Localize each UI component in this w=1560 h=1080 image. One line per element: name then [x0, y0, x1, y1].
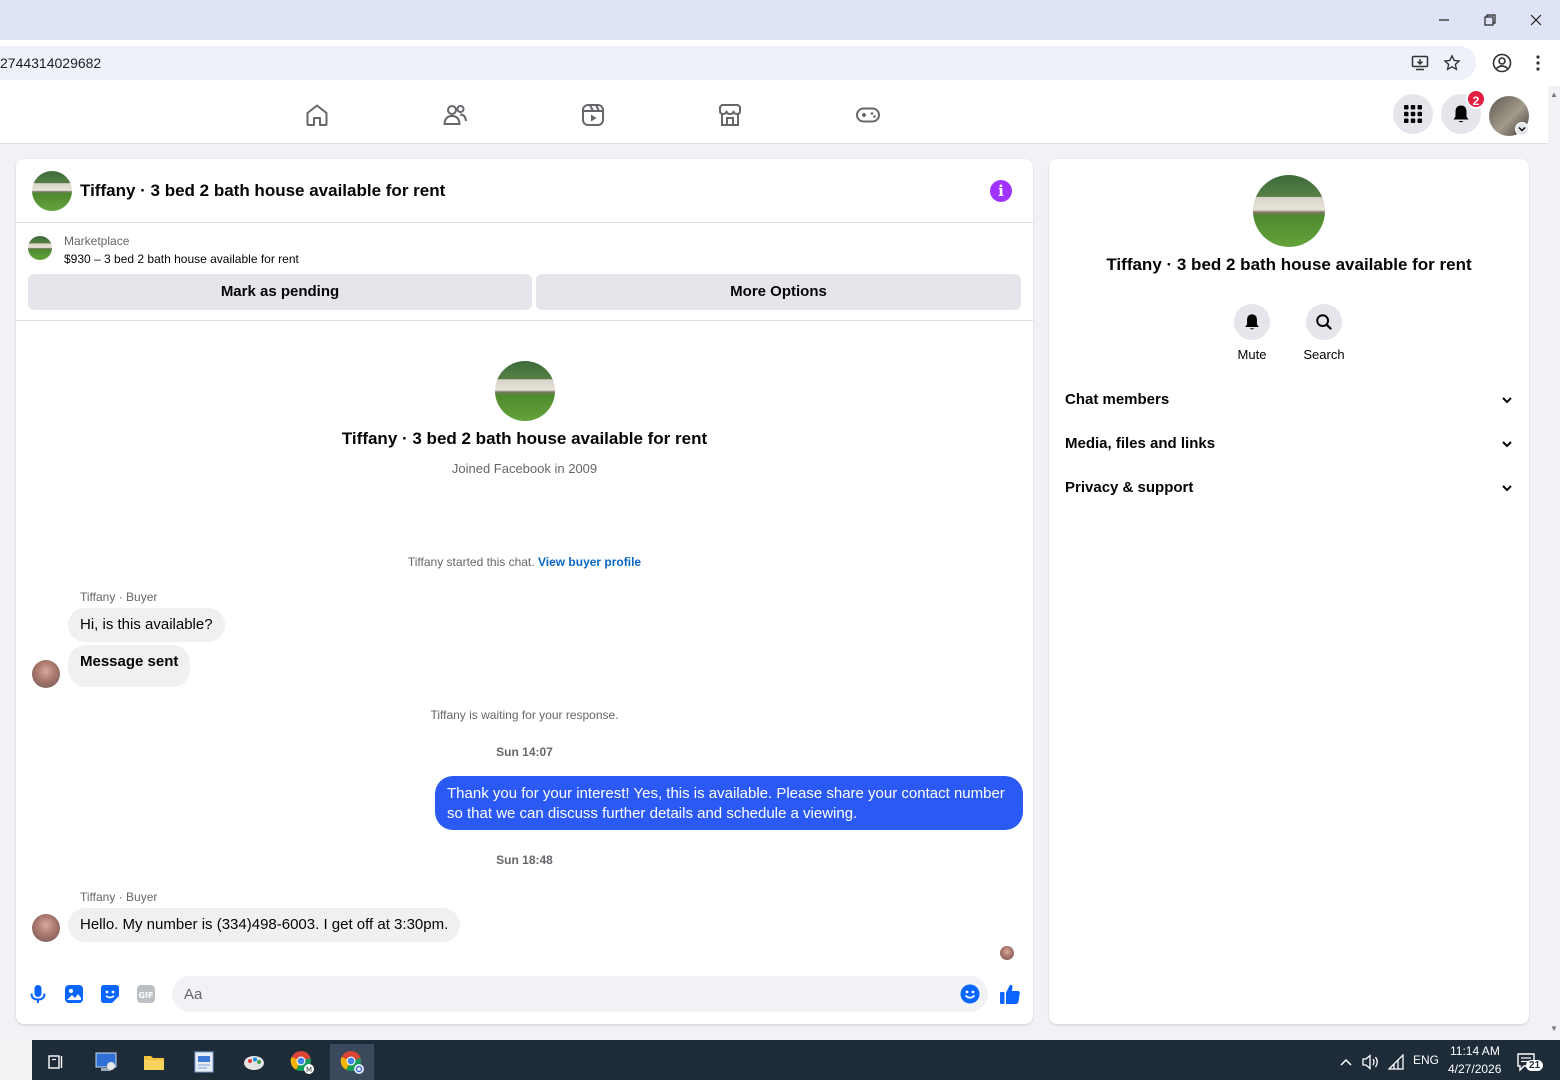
chat-started-notice: Tiffany started this chat. View buyer pr…	[16, 555, 1033, 569]
marketplace-icon[interactable]	[716, 101, 744, 129]
svg-text:GIF: GIF	[138, 991, 153, 1000]
task-view-icon[interactable]	[34, 1044, 78, 1080]
message-input[interactable]	[172, 976, 988, 1012]
chat-header: Tiffany · 3 bed 2 bath house available f…	[16, 159, 1033, 223]
media-files-links-label: Media, files and links	[1065, 435, 1216, 452]
buyer-avatar[interactable]	[32, 660, 60, 688]
photo-icon[interactable]	[62, 982, 86, 1006]
joined-text: Joined Facebook in 2009	[451, 461, 598, 476]
document-app-icon[interactable]	[182, 1044, 226, 1080]
scroll-up-arrow-icon[interactable]: ▲	[1548, 90, 1560, 102]
view-buyer-profile-link[interactable]: View buyer profile	[538, 555, 641, 569]
restore-icon[interactable]	[1470, 6, 1510, 34]
home-icon[interactable]	[303, 101, 331, 129]
mute-label: Mute	[1237, 347, 1267, 362]
volume-icon[interactable]	[1360, 1044, 1382, 1080]
friends-icon[interactable]	[441, 101, 469, 129]
media-files-links-row[interactable]: Media, files and links	[1065, 429, 1513, 459]
mark-as-pending-button[interactable]: Mark as pending	[28, 274, 532, 310]
paint-app-icon[interactable]	[232, 1044, 276, 1080]
notification-count-badge: 21	[1526, 1060, 1544, 1071]
svg-text:M: M	[306, 1066, 312, 1074]
taskbar: M ENG 11:14 AM 4/27/2026 21	[0, 1040, 1560, 1080]
language-indicator[interactable]: ENG	[1413, 1053, 1439, 1067]
install-app-icon[interactable]	[1408, 51, 1432, 75]
seen-indicator	[1000, 946, 1014, 960]
profile-avatar[interactable]	[495, 361, 555, 421]
listing-thumbnail[interactable]	[28, 236, 52, 260]
chat-members-label: Chat members	[1065, 391, 1170, 408]
network-icon[interactable]	[1385, 1044, 1407, 1080]
profile-name: Tiffany · 3 bed 2 bath house available f…	[341, 429, 708, 448]
incoming-message[interactable]: Hello. My number is (334)498-6003. I get…	[68, 908, 461, 942]
details-name: Tiffany · 3 bed 2 bath house available f…	[1106, 255, 1472, 274]
chevron-down-icon	[1501, 429, 1513, 470]
mute-action[interactable]: Mute	[1212, 304, 1292, 362]
clock-time[interactable]: 11:14 AM	[1450, 1044, 1500, 1058]
outgoing-message[interactable]: Thank you for your interest! Yes, this i…	[435, 776, 1023, 830]
remote-desktop-icon[interactable]	[84, 1044, 128, 1080]
account-chevron-icon[interactable]	[1515, 122, 1529, 136]
chat-panel: Tiffany · 3 bed 2 bath house available f…	[16, 159, 1033, 1024]
chrome-profile-active-icon[interactable]	[330, 1044, 374, 1080]
buyer-avatar[interactable]	[32, 914, 60, 942]
privacy-support-label: Privacy & support	[1065, 479, 1194, 496]
facebook-top-nav	[0, 86, 1548, 144]
conversation-details-panel: Tiffany · 3 bed 2 bath house available f…	[1049, 159, 1529, 1024]
timestamp: Sun 18:48	[496, 853, 553, 867]
browser-title-bar	[0, 0, 1560, 40]
incoming-message[interactable]: Hi, is this available?	[68, 608, 225, 642]
divider	[16, 320, 1033, 321]
chat-members-row[interactable]: Chat members	[1065, 385, 1513, 415]
info-icon[interactable]: i	[990, 180, 1012, 202]
incoming-message[interactable]: Message sent	[68, 645, 191, 687]
privacy-support-row[interactable]: Privacy & support	[1065, 473, 1513, 503]
search-icon	[1316, 314, 1332, 330]
sticker-icon[interactable]	[98, 982, 122, 1006]
waiting-notice: Tiffany is waiting for your response.	[430, 708, 619, 722]
timestamp: Sun 14:07	[496, 745, 553, 759]
browser-address-bar: 2744314029682	[0, 40, 1560, 86]
details-avatar[interactable]	[1253, 175, 1325, 247]
search-action[interactable]: Search	[1284, 304, 1364, 362]
grid-icon	[1404, 105, 1422, 123]
chrome-profile-m-icon[interactable]: M	[280, 1044, 324, 1080]
search-label: Search	[1303, 347, 1345, 362]
chevron-down-icon	[1501, 473, 1513, 514]
start-button[interactable]	[0, 1040, 32, 1080]
notification-badge: 2	[1466, 89, 1486, 109]
scroll-down-arrow-icon[interactable]: ▼	[1548, 1024, 1560, 1036]
more-options-button[interactable]: More Options	[536, 274, 1021, 310]
minimize-icon[interactable]	[1424, 6, 1464, 34]
search-button[interactable]	[1306, 304, 1342, 340]
url-field[interactable]: 2744314029682	[0, 46, 1476, 80]
menu-dots-icon[interactable]	[1526, 51, 1550, 75]
listing-avatar[interactable]	[32, 171, 72, 211]
gif-icon[interactable]: GIF	[134, 982, 158, 1006]
chevron-down-icon	[1501, 385, 1513, 426]
sender-label: Tiffany · Buyer	[80, 590, 158, 604]
gaming-icon[interactable]	[854, 101, 882, 129]
chevron-up-icon[interactable]	[1336, 1044, 1356, 1080]
sender-label: Tiffany · Buyer	[80, 890, 158, 904]
bell-icon	[1245, 314, 1259, 330]
bell-icon	[1453, 105, 1469, 123]
mute-button[interactable]	[1234, 304, 1270, 340]
like-thumb-icon[interactable]	[998, 982, 1022, 1006]
bookmark-star-icon[interactable]	[1440, 51, 1464, 75]
emoji-icon[interactable]	[960, 984, 980, 1004]
close-icon[interactable]	[1516, 6, 1556, 34]
menu-grid-button[interactable]	[1393, 94, 1433, 134]
marketplace-label: Marketplace	[64, 234, 130, 248]
chat-title[interactable]: Tiffany · 3 bed 2 bath house available f…	[80, 181, 445, 201]
clock-date[interactable]: 4/27/2026	[1448, 1062, 1501, 1076]
microphone-icon[interactable]	[26, 982, 50, 1006]
video-icon[interactable]	[579, 101, 607, 129]
listing-price-line[interactable]: $930 – 3 bed 2 bath house available for …	[64, 252, 299, 266]
profile-icon[interactable]	[1490, 51, 1514, 75]
chat-started-text: Tiffany started this chat.	[407, 555, 535, 569]
file-explorer-icon[interactable]	[132, 1044, 176, 1080]
